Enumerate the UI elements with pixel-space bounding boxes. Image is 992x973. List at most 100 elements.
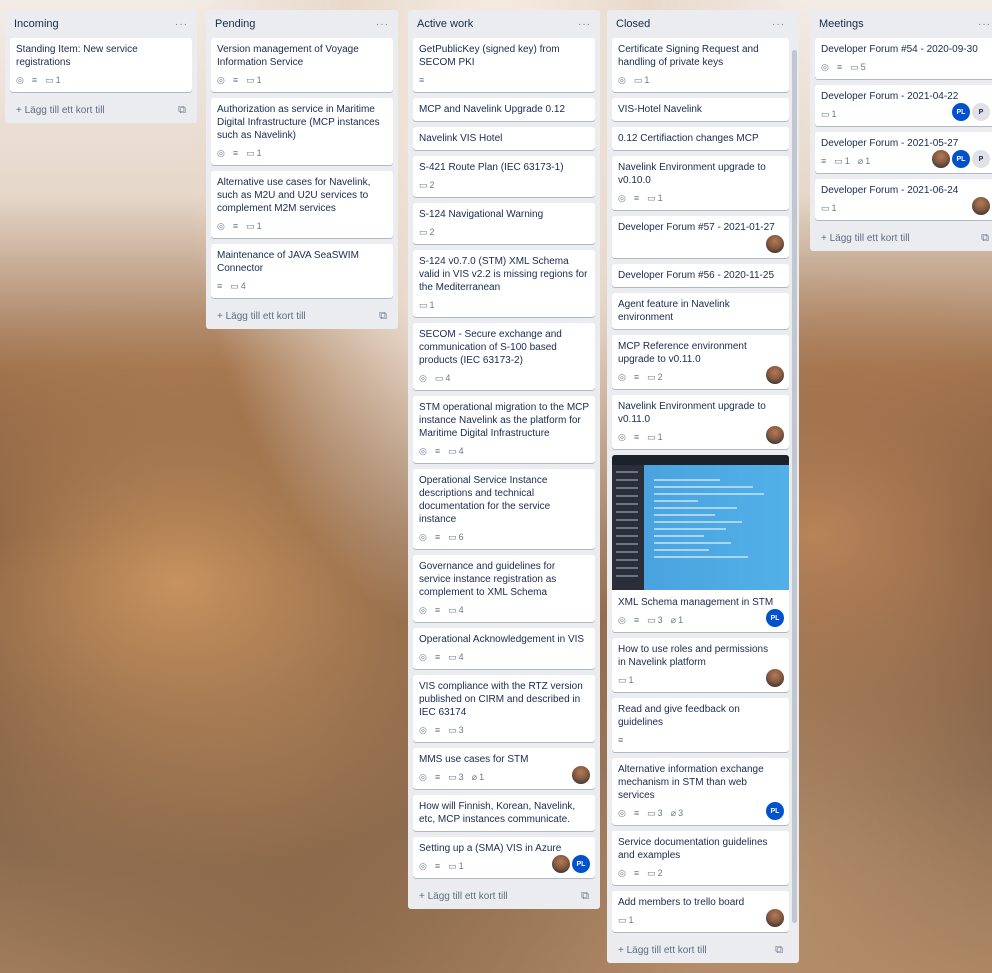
card[interactable]: Navelink Environment upgrade to v0.10.0 ◎…: [612, 156, 789, 210]
card[interactable]: Maintenance of JAVA SeaSWIM Connector ≡ ▭ 4: [211, 244, 393, 298]
add-card-button[interactable]: + Lägg till ett kort till ⧉: [10, 98, 192, 123]
card[interactable]: SECOM - Secure exchange and communicatio…: [413, 323, 595, 390]
comment-icon: ▭: [246, 147, 255, 158]
card-template-icon[interactable]: ⧉: [981, 232, 989, 245]
card[interactable]: 0.12 Certifiaction changes MCP: [612, 127, 789, 150]
list-active-work: Active work ··· GetPublicKey (signed key) …: [408, 10, 600, 909]
list-menu-icon[interactable]: ···: [578, 19, 591, 30]
list-menu-icon[interactable]: ···: [978, 19, 991, 30]
member-avatar[interactable]: [766, 235, 784, 253]
member-avatar[interactable]: PL: [952, 150, 970, 168]
list-header[interactable]: Closed ···: [612, 10, 789, 38]
card-members: [766, 909, 784, 927]
card[interactable]: Navelink Environment upgrade to v0.11.0 ◎…: [612, 395, 789, 449]
list-header[interactable]: Meetings ···: [815, 10, 992, 38]
card[interactable]: Developer Forum - 2021-06-24 ▭ 1: [815, 179, 992, 220]
card[interactable]: MMS use cases for STM ◎ ≡ ▭ 3 ⌀ 1: [413, 748, 595, 789]
card[interactable]: Developer Forum #56 - 2020-11-25: [612, 264, 789, 287]
card[interactable]: STM operational migration to the MCP ins…: [413, 396, 595, 463]
card-title: Maintenance of JAVA SeaSWIM Connector: [217, 250, 359, 274]
member-avatar[interactable]: [572, 766, 590, 784]
card-title: How to use roles and permissions in Nave…: [618, 644, 769, 668]
card[interactable]: Standing Item: New service registrations…: [10, 38, 192, 92]
card[interactable]: S-421 Route Plan (IEC 63173-1) ▭ 2: [413, 156, 595, 197]
card[interactable]: MCP and Navelink Upgrade 0.12: [413, 98, 595, 121]
card[interactable]: Service documentation guidelines and exa…: [612, 831, 789, 885]
member-avatar[interactable]: PL: [766, 802, 784, 820]
member-avatar[interactable]: P: [972, 103, 990, 121]
card[interactable]: XML Schema management in STM ◎ ≡ ▭ 3 ⌀ 1 PL: [612, 455, 789, 632]
card[interactable]: Developer Forum - 2021-05-27 ≡ ▭ 1 ⌀ 1 PL P: [815, 132, 992, 173]
card-template-icon[interactable]: ⧉: [178, 104, 186, 117]
card-badges: ◎ ▭ 1: [618, 73, 783, 87]
add-card-button[interactable]: + Lägg till ett kort till ⧉: [612, 938, 789, 963]
card[interactable]: S-124 v0.7.0 (STM) XML Schema valid in V…: [413, 250, 595, 317]
add-card-button[interactable]: + Lägg till ett kort till ⧉: [211, 304, 393, 329]
list-scrollbar[interactable]: [792, 50, 797, 923]
card[interactable]: GetPublicKey (signed key) from SECOM PKI…: [413, 38, 595, 92]
card-template-icon[interactable]: ⧉: [775, 944, 783, 957]
comment-count: 1: [644, 74, 650, 85]
card[interactable]: MCP Reference environment upgrade to v0.…: [612, 335, 789, 389]
card-title: Navelink VIS Hotel: [419, 133, 503, 144]
card[interactable]: Agent feature in Navelink environment: [612, 293, 789, 329]
card[interactable]: VIS-Hotel Navelink: [612, 98, 789, 121]
list-header[interactable]: Incoming ···: [10, 10, 192, 38]
member-avatar[interactable]: [552, 855, 570, 873]
card[interactable]: Alternative use cases for Navelink, such…: [211, 171, 393, 238]
list-header[interactable]: Pending ···: [211, 10, 393, 38]
card[interactable]: VIS compliance with the RTZ version publ…: [413, 675, 595, 742]
card-badges: ◎ ≡ ▭ 1: [217, 146, 387, 160]
comment-count: 4: [458, 604, 464, 615]
comment-icon: ▭: [618, 674, 627, 685]
card-members: PL P: [952, 103, 990, 121]
comment-badge: ▭ 1: [647, 192, 663, 205]
card[interactable]: Authorization as service in Maritime Dig…: [211, 98, 393, 165]
card-template-icon[interactable]: ⧉: [379, 310, 387, 323]
list-meetings: Meetings ··· Developer Forum #54 - 2020-09…: [810, 10, 992, 251]
card[interactable]: Alternative information exchange mechani…: [612, 758, 789, 825]
watch-icon: ◎: [419, 724, 427, 735]
list-header[interactable]: Active work ···: [413, 10, 595, 38]
add-card-button[interactable]: + Lägg till ett kort till ⧉: [413, 884, 595, 909]
card-title: Governance and guidelines for service in…: [419, 561, 557, 598]
list-menu-icon[interactable]: ···: [772, 19, 785, 30]
card[interactable]: Setting up a (SMA) VIS in Azure ◎ ≡ ▭ 1 PL: [413, 837, 595, 878]
member-avatar[interactable]: [766, 366, 784, 384]
member-avatar[interactable]: [972, 197, 990, 215]
member-avatar[interactable]: [766, 426, 784, 444]
card[interactable]: Developer Forum #57 - 2021-01-27: [612, 216, 789, 258]
card[interactable]: Operational Acknowledgement in VIS ◎ ≡ ▭ 4: [413, 628, 595, 669]
member-avatar[interactable]: PL: [952, 103, 970, 121]
card[interactable]: Developer Forum #54 - 2020-09-30 ◎ ≡ ▭ 5: [815, 38, 992, 79]
card-badges: ◎ ≡ ▭ 2: [618, 866, 783, 880]
card[interactable]: How will Finnish, Korean, Navelink, etc,…: [413, 795, 595, 831]
card[interactable]: Developer Forum - 2021-04-22 ▭ 1 PL P: [815, 85, 992, 126]
member-avatar[interactable]: [766, 909, 784, 927]
list-pending: Pending ··· Version management of Voyage I…: [206, 10, 398, 329]
list-menu-icon[interactable]: ···: [175, 19, 188, 30]
card[interactable]: Add members to trello board ▭ 1: [612, 891, 789, 932]
card-badges: ◎ ▭ 4: [419, 371, 589, 385]
member-avatar[interactable]: PL: [572, 855, 590, 873]
card[interactable]: Certificate Signing Request and handling…: [612, 38, 789, 92]
comment-badge: ▭ 4: [448, 445, 464, 458]
member-avatar[interactable]: [932, 150, 950, 168]
card[interactable]: Version management of Voyage Information…: [211, 38, 393, 92]
comment-icon: ▭: [821, 202, 830, 213]
member-avatar[interactable]: P: [972, 150, 990, 168]
member-avatar[interactable]: [766, 669, 784, 687]
list-menu-icon[interactable]: ···: [376, 19, 389, 30]
add-card-button[interactable]: + Lägg till ett kort till ⧉: [815, 226, 992, 251]
card[interactable]: Operational Service Instance description…: [413, 469, 595, 549]
comment-badge: ▭ 1: [834, 155, 850, 168]
card[interactable]: How to use roles and permissions in Nave…: [612, 638, 789, 692]
card[interactable]: Read and give feedback on guidelines ≡: [612, 698, 789, 752]
member-avatar[interactable]: PL: [766, 609, 784, 627]
card[interactable]: S-124 Navigational Warning ▭ 2: [413, 203, 595, 244]
card[interactable]: Navelink VIS Hotel: [413, 127, 595, 150]
card-template-icon[interactable]: ⧉: [581, 890, 589, 903]
card[interactable]: Governance and guidelines for service in…: [413, 555, 595, 622]
card-members: [766, 366, 784, 384]
comment-count: 2: [657, 371, 663, 382]
